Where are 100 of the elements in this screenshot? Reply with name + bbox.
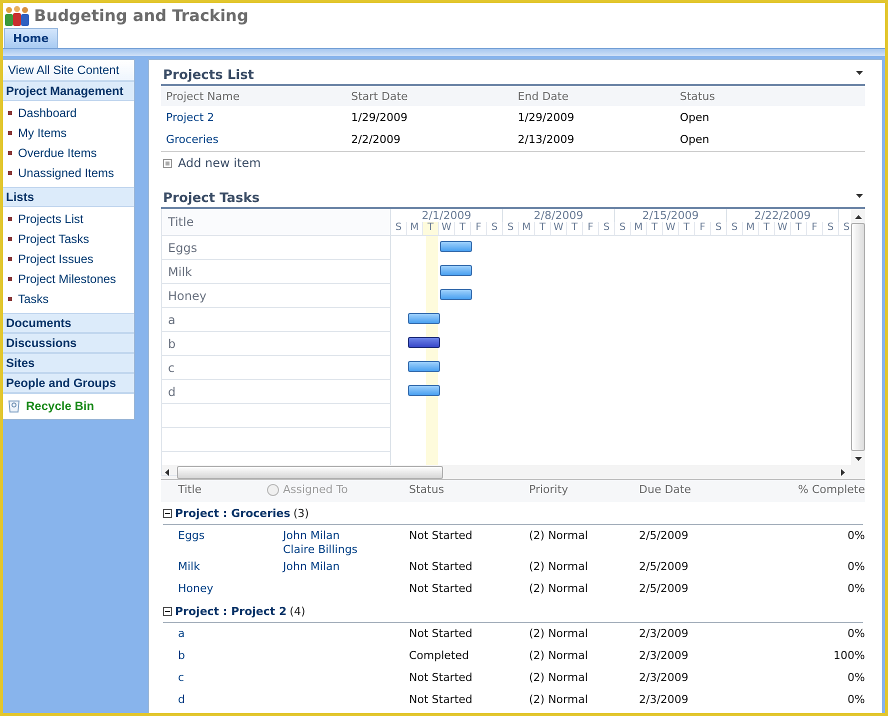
day-label: W <box>551 222 567 235</box>
gantt-bar[interactable] <box>408 337 440 348</box>
scroll-left-icon[interactable] <box>165 468 169 476</box>
table-cell: (2) Normal <box>529 560 588 573</box>
task-title[interactable]: d <box>178 693 185 706</box>
person-link[interactable]: Claire Billings <box>283 543 358 556</box>
nav-link[interactable]: Unassigned Items <box>18 166 114 180</box>
collapse-icon[interactable] <box>163 508 172 518</box>
nav-link[interactable]: Project Tasks <box>18 232 90 246</box>
task-title[interactable]: d <box>168 384 176 398</box>
column-header[interactable]: End Date <box>518 90 680 102</box>
day-label: M <box>519 222 535 235</box>
task-title[interactable]: b <box>178 649 185 662</box>
collapse-icon[interactable] <box>163 606 172 616</box>
nav-heading[interactable]: Lists <box>3 187 134 207</box>
column-header[interactable]: Start Date <box>351 90 518 102</box>
task-title[interactable]: Milk <box>168 264 192 278</box>
column-header[interactable]: Priority <box>529 483 568 496</box>
scroll-thumb[interactable] <box>177 466 443 478</box>
nav-link[interactable]: Project Milestones <box>18 272 116 286</box>
scroll-down-icon[interactable] <box>854 457 862 461</box>
scroll-right-icon[interactable] <box>841 468 845 476</box>
nav-link[interactable]: Overdue Items <box>18 146 97 160</box>
gantt-bar[interactable] <box>440 241 472 252</box>
nav-link[interactable]: Tasks <box>18 292 49 306</box>
gantt-bar[interactable] <box>440 265 472 276</box>
week-label: 2/8/2009 <box>503 209 615 222</box>
column-header[interactable]: % Complete <box>798 483 865 496</box>
column-header[interactable]: Title <box>168 215 194 229</box>
table-cell-text: 2/13/2009 <box>518 132 576 146</box>
table-cell: (2) Normal <box>529 649 588 662</box>
day-label: S <box>503 222 519 235</box>
table-cell: 0% <box>848 529 865 542</box>
table-cell: (2) Normal <box>529 671 588 684</box>
nav-heading[interactable]: Project Management <box>3 81 134 101</box>
bullet-icon <box>8 277 12 281</box>
table-cell: 0% <box>848 671 865 684</box>
table-cell: Completed <box>409 649 469 662</box>
recycle-bin-link[interactable]: Recycle Bin <box>26 399 94 413</box>
table-cell: (2) Normal <box>529 627 588 640</box>
gantt-bar[interactable] <box>408 385 440 396</box>
group-label[interactable]: Project : Project 2 <box>175 604 287 618</box>
task-title[interactable]: Eggs <box>178 529 205 542</box>
task-title[interactable]: Milk <box>178 560 200 573</box>
table-cell: Not Started <box>409 560 472 573</box>
task-title[interactable]: Eggs <box>168 240 198 254</box>
table-cell: 2/3/2009 <box>639 649 688 662</box>
person-link[interactable]: John Milan <box>283 560 340 573</box>
table-cell-text: 2/2/2009 <box>351 132 402 146</box>
day-label: S <box>615 222 631 235</box>
nav-link[interactable]: Projects List <box>18 212 84 226</box>
nav-link[interactable]: Project Issues <box>18 252 94 266</box>
table-cell[interactable]: Project 2 <box>166 110 352 124</box>
column-header[interactable]: Status <box>680 90 865 102</box>
task-title[interactable]: c <box>168 360 175 374</box>
task-title[interactable]: Honey <box>168 288 206 302</box>
column-header[interactable]: Title <box>178 483 202 496</box>
table-cell[interactable]: Groceries <box>166 132 352 146</box>
task-title[interactable]: Honey <box>178 582 214 595</box>
table-cell: Not Started <box>409 671 472 684</box>
column-header[interactable]: Project Name <box>166 90 352 102</box>
nav-heading[interactable]: People and Groups <box>3 373 134 393</box>
table-cell: 2/5/2009 <box>639 560 688 573</box>
gantt-bar[interactable] <box>408 361 440 372</box>
task-title[interactable]: a <box>168 312 176 326</box>
task-title[interactable]: b <box>168 336 176 350</box>
nav-heading[interactable]: Documents <box>3 313 134 333</box>
site-title: Budgeting and Tracking <box>34 6 248 25</box>
day-label: W <box>663 222 679 235</box>
column-header[interactable]: Due Date <box>639 483 691 496</box>
task-title[interactable]: c <box>178 671 184 684</box>
week-label: 2/15/2009 <box>615 209 727 222</box>
table-cell: Not Started <box>409 627 472 640</box>
person-link[interactable]: John Milan <box>283 529 340 542</box>
nav-link[interactable]: My Items <box>18 126 67 140</box>
day-label: T <box>647 222 663 235</box>
group-count: (3) <box>293 506 309 520</box>
dropdown-arrow-icon[interactable] <box>856 71 863 75</box>
dropdown-arrow-icon[interactable] <box>856 194 863 198</box>
table-cell: Not Started <box>409 582 472 595</box>
nav-heading[interactable]: Discussions <box>3 333 134 353</box>
day-label: T <box>759 222 775 235</box>
table-cell: 2/3/2009 <box>639 693 688 706</box>
horizontal-scrollbar[interactable] <box>161 465 865 479</box>
task-title[interactable]: a <box>178 627 185 640</box>
column-header[interactable]: Status <box>409 483 444 496</box>
table-cell: (2) Normal <box>529 582 588 595</box>
table-cell: Not Started <box>409 529 472 542</box>
day-label: T <box>535 222 551 235</box>
add-new-item-link[interactable]: Add new item <box>178 156 261 170</box>
table-cell: 0% <box>848 560 865 573</box>
nav-heading[interactable]: Sites <box>3 353 134 373</box>
nav-tab[interactable]: Home <box>4 28 58 48</box>
gantt-bar[interactable] <box>440 289 472 300</box>
group-label[interactable]: Project : Groceries <box>175 506 290 520</box>
nav-link[interactable]: Dashboard <box>18 106 77 120</box>
day-label: T <box>567 222 583 235</box>
gantt-bar[interactable] <box>408 313 440 324</box>
table-cell-text: 1/29/2009 <box>351 110 409 124</box>
scroll-up-icon[interactable] <box>854 215 862 219</box>
